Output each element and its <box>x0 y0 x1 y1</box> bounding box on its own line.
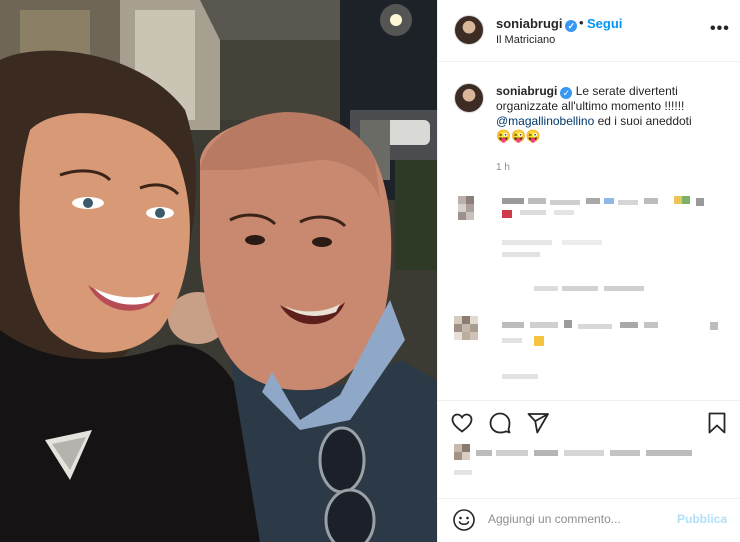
emoji-icon[interactable] <box>452 508 476 532</box>
comment-icon[interactable] <box>488 411 512 435</box>
post-photo[interactable] <box>0 0 437 542</box>
username-text: soniabrugi <box>496 16 563 31</box>
comment-composer: Aggiungi un commento... Pubblica <box>438 498 740 542</box>
comment-censored <box>454 192 734 262</box>
post-header: soniabrugi ✓ • Segui Il Matriciano ••• <box>438 0 740 62</box>
bookmark-icon[interactable] <box>705 411 729 435</box>
caption-timestamp: 1 h <box>496 162 510 173</box>
avatar[interactable] <box>454 15 484 45</box>
caption-emojis: 😜😜😜 <box>496 129 541 143</box>
caption-text: soniabrugi ✓ Le serate divertenti organiz… <box>496 84 726 144</box>
separator-dot: • <box>579 15 584 30</box>
verified-badge-icon: ✓ <box>560 87 573 99</box>
comment-censored <box>454 316 734 386</box>
caption-avatar[interactable] <box>454 83 484 113</box>
caption-mention-link[interactable]: @magallinobellino <box>496 114 594 128</box>
location-link[interactable]: Il Matriciano <box>496 34 555 46</box>
caption-body-end: ed i suoi aneddoti <box>597 114 692 128</box>
heart-icon[interactable] <box>450 411 474 435</box>
share-icon[interactable] <box>526 411 550 435</box>
comment-input[interactable]: Aggiungi un commento... <box>488 512 668 526</box>
more-options-icon[interactable]: ••• <box>710 20 730 38</box>
caption-username[interactable]: soniabrugi <box>496 84 557 98</box>
username-link[interactable]: soniabrugi ✓ <box>496 16 578 32</box>
follow-button[interactable]: Segui <box>587 16 622 31</box>
comment-replies-censored <box>534 284 654 294</box>
likes-censored <box>454 444 734 482</box>
post-side-panel: soniabrugi ✓ • Segui Il Matriciano ••• so… <box>437 0 740 542</box>
publish-button[interactable]: Pubblica <box>677 512 727 526</box>
selfie-image <box>0 0 437 542</box>
action-bar <box>438 400 740 438</box>
verified-badge-icon: ✓ <box>565 20 578 32</box>
